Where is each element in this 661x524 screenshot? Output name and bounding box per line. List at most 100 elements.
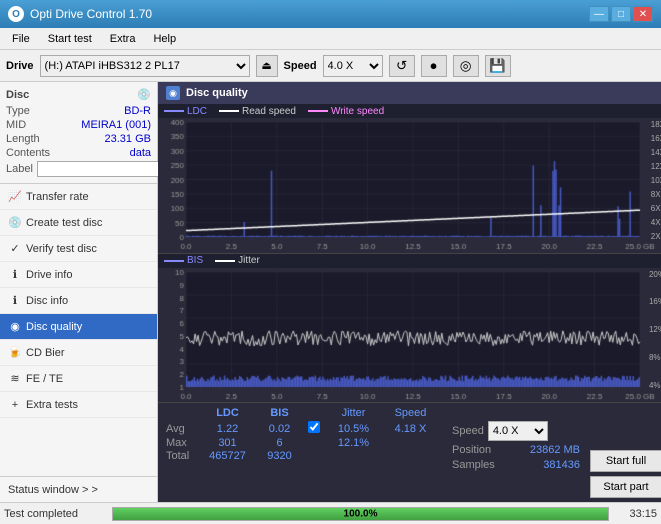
disc-length-value: 23.31 GB (105, 133, 151, 145)
action-buttons: Start full Start part (586, 403, 661, 502)
speed-row-select[interactable]: 4.0 X (488, 421, 548, 441)
stats-avg-bis: 0.02 (257, 423, 302, 435)
write-speed-legend-label: Write speed (331, 106, 384, 117)
bottom-chart-inner: 20% 16% 12% 8% 4% (158, 268, 661, 403)
stats-bis-header: BIS (257, 407, 302, 419)
menu-start-test[interactable]: Start test (40, 31, 100, 47)
jitter-checkbox[interactable] (308, 421, 320, 433)
bottom-chart-y-right: 20% 16% 12% 8% 4% (649, 270, 661, 391)
speed-select[interactable]: 4.0 X (323, 55, 383, 77)
position-label: Position (452, 444, 491, 456)
disc-type-row: Type BD-R (6, 105, 151, 117)
disc-quality-title: Disc quality (186, 87, 248, 99)
sidebar-item-verify-test-disc[interactable]: ✓ Verify test disc (0, 236, 157, 262)
menu-file[interactable]: File (4, 31, 38, 47)
disc-section-title: Disc (6, 89, 29, 101)
title-bar-left: O Opti Drive Control 1.70 (8, 6, 152, 22)
eject-button[interactable]: ⏏ (256, 55, 278, 77)
disc-section-header: Disc 💿 (6, 88, 151, 101)
top-legend: LDC Read speed Write speed (158, 104, 661, 118)
bis-legend-color (164, 260, 184, 262)
title-bar: O Opti Drive Control 1.70 — □ ✕ (0, 0, 661, 28)
jitter-checkbox-container (304, 421, 324, 436)
stats-total-ldc: 465727 (200, 450, 255, 462)
y-16pct: 16% (649, 297, 661, 306)
stats-table: LDC BIS Jitter Speed Avg 1.22 0.02 (158, 403, 446, 502)
stats-avg-ldc: 1.22 (200, 423, 255, 435)
read-speed-legend-color (219, 110, 239, 112)
bis-legend-label: BIS (187, 255, 203, 266)
menu-help[interactable]: Help (145, 31, 184, 47)
disc-mid-label: MID (6, 119, 26, 131)
stats-max-row: Max 301 6 12.1% (166, 437, 438, 449)
create-disc-icon: 💿 (8, 216, 22, 230)
nav-verify-label: Verify test disc (26, 243, 97, 255)
disc-contents-label: Contents (6, 147, 50, 159)
sidebar-item-drive-info[interactable]: ℹ Drive info (0, 262, 157, 288)
stats-max-bis: 6 (257, 437, 302, 449)
disc-type-label: Type (6, 105, 30, 117)
y-4pct: 4% (649, 381, 661, 390)
write-speed-legend-color (308, 110, 328, 112)
nav-disc-info-label: Disc info (26, 295, 68, 307)
sidebar-item-status-window[interactable]: Status window > > (0, 476, 157, 502)
progress-bar-container: 100.0% (112, 507, 609, 521)
app-title: Opti Drive Control 1.70 (30, 7, 152, 21)
start-part-button[interactable]: Start part (590, 476, 661, 498)
stats-avg-label: Avg (166, 423, 198, 435)
disc-info-icon: ℹ (8, 294, 22, 308)
minimize-button[interactable]: — (589, 6, 609, 22)
sidebar-item-create-test-disc[interactable]: 💿 Create test disc (0, 210, 157, 236)
speed-row: Speed 4.0 X (452, 421, 580, 441)
position-row: Position 23862 MB (452, 444, 580, 456)
stats-panel: LDC BIS Jitter Speed Avg 1.22 0.02 (158, 402, 661, 502)
sidebar-nav: 📈 Transfer rate 💿 Create test disc ✓ Ver… (0, 184, 157, 476)
content-area: ◉ Disc quality LDC Read speed (158, 82, 661, 502)
sidebar-item-extra-tests[interactable]: + Extra tests (0, 392, 157, 418)
y-4x: 4X (651, 218, 661, 227)
refresh-button[interactable]: ↺ (389, 55, 415, 77)
top-chart-area: LDC Read speed Write speed 18X (158, 104, 661, 254)
burn2-button[interactable]: ◎ (453, 55, 479, 77)
bottom-chart-area: BIS Jitter 20% 16% 12% 8% 4% (158, 254, 661, 403)
y-6x: 6X (651, 204, 661, 213)
app-icon: O (8, 6, 24, 22)
disc-mid-value: MEIRA1 (001) (81, 119, 151, 131)
y-20pct: 20% (649, 270, 661, 279)
stats-avg-row: Avg 1.22 0.02 10.5% 4.18 X (166, 421, 438, 436)
drive-select[interactable]: (H:) ATAPI iHBS312 2 PL17 (40, 55, 250, 77)
menu-extra[interactable]: Extra (102, 31, 144, 47)
cd-bier-icon: 🍺 (8, 346, 22, 360)
close-button[interactable]: ✕ (633, 6, 653, 22)
start-full-button[interactable]: Start full (590, 450, 661, 472)
sidebar: Disc 💿 Type BD-R MID MEIRA1 (001) Length… (0, 82, 158, 502)
disc-label-input[interactable] (37, 161, 171, 177)
fe-te-icon: ≋ (8, 372, 22, 386)
jitter-legend-label: Jitter (238, 255, 260, 266)
disc-label-row: Label 🔍 (6, 161, 151, 177)
speed-label: Speed (284, 60, 317, 72)
y-10x: 10X (651, 176, 661, 185)
sidebar-item-fe-te[interactable]: ≋ FE / TE (0, 366, 157, 392)
stats-avg-speed: 4.18 X (383, 423, 438, 435)
write-speed-legend: Write speed (308, 106, 384, 117)
sidebar-item-cd-bier[interactable]: 🍺 CD Bier (0, 340, 157, 366)
nav-create-label: Create test disc (26, 217, 102, 229)
maximize-button[interactable]: □ (611, 6, 631, 22)
burn-button[interactable]: ● (421, 55, 447, 77)
nav-disc-quality-label: Disc quality (26, 321, 82, 333)
y-14x: 14X (651, 148, 661, 157)
sidebar-item-transfer-rate[interactable]: 📈 Transfer rate (0, 184, 157, 210)
bottom-chart-canvas (158, 268, 661, 403)
save-button[interactable]: 💾 (485, 55, 511, 77)
read-speed-legend: Read speed (219, 106, 296, 117)
speed-row-label: Speed (452, 425, 484, 437)
stats-speed-header: Speed (383, 407, 438, 419)
y-18x: 18X (651, 120, 661, 129)
transfer-rate-icon: 📈 (8, 190, 22, 204)
ldc-legend: LDC (164, 106, 207, 117)
sidebar-item-disc-info[interactable]: ℹ Disc info (0, 288, 157, 314)
disc-length-label: Length (6, 133, 40, 145)
sidebar-item-disc-quality[interactable]: ◉ Disc quality (0, 314, 157, 340)
stats-jitter-header: Jitter (326, 407, 381, 419)
